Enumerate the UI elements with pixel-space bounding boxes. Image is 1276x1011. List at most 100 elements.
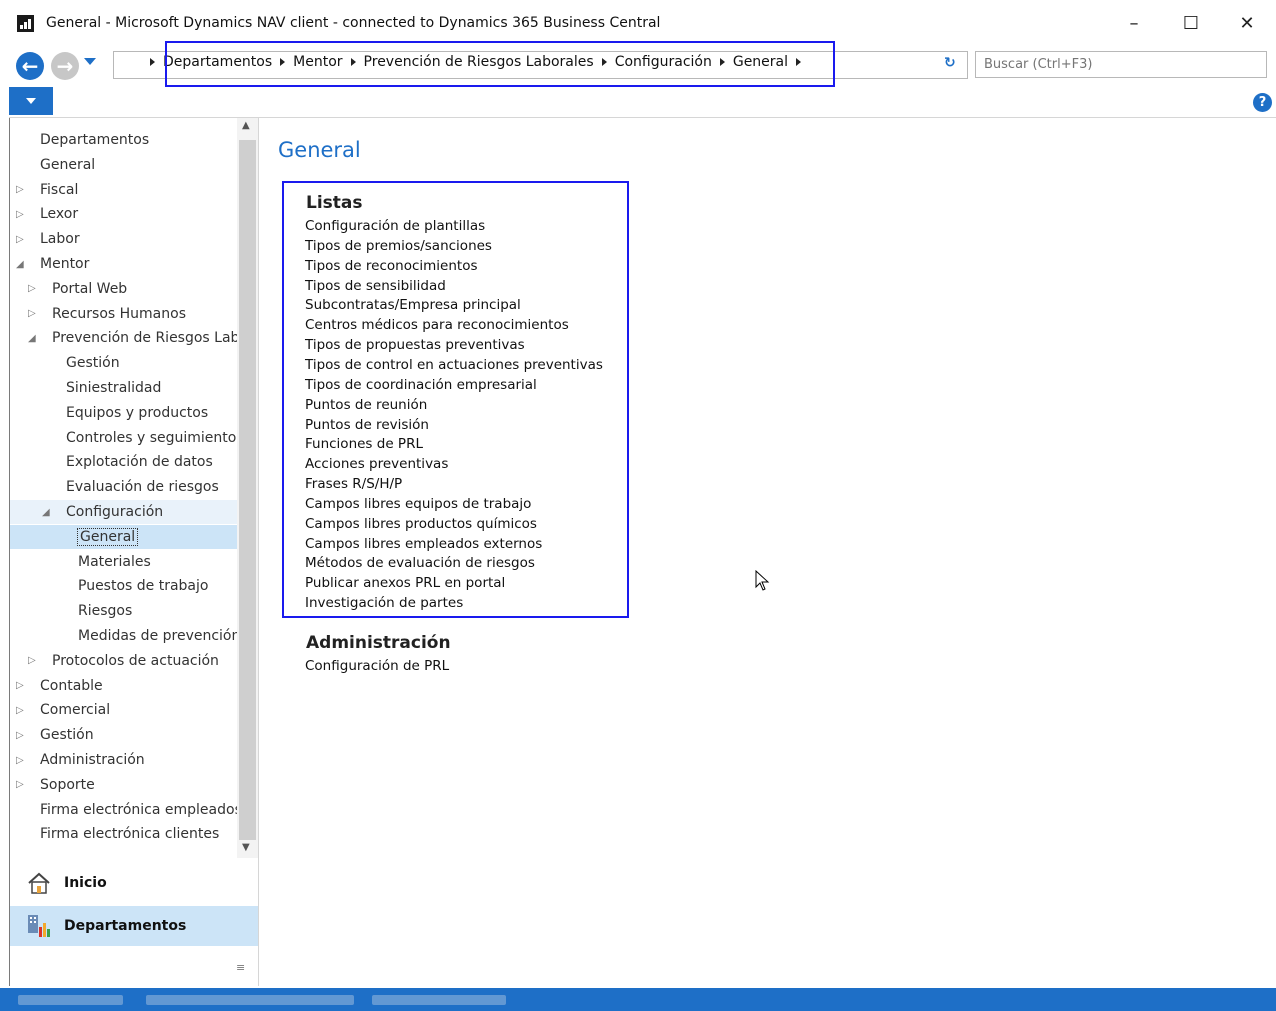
sidebar-item[interactable]: Siniestralidad bbox=[66, 376, 161, 400]
collapse-arrow-icon[interactable]: ◢ bbox=[16, 259, 28, 270]
list-link[interactable]: Funciones de PRL bbox=[305, 436, 423, 452]
forward-arrow-icon[interactable]: → bbox=[51, 52, 79, 80]
sidebar-item-label: Materiales bbox=[78, 553, 151, 570]
list-link[interactable]: Frases R/S/H/P bbox=[305, 476, 402, 492]
sidebar-item[interactable]: Explotación de datos bbox=[66, 450, 213, 474]
expand-arrow-icon[interactable]: ▷ bbox=[16, 705, 28, 716]
sidebar-item[interactable]: ▷ Recursos Humanos bbox=[28, 302, 186, 326]
status-bar bbox=[0, 988, 1276, 1011]
sidebar-item[interactable]: ▷ Portal Web bbox=[28, 277, 127, 301]
list-link[interactable]: Tipos de sensibilidad bbox=[305, 278, 446, 294]
refresh-icon[interactable]: ↻ bbox=[944, 55, 956, 71]
sidebar-item[interactable]: Materiales bbox=[78, 550, 151, 574]
sidebar-item-label: Evaluación de riesgos bbox=[66, 479, 219, 496]
scroll-down-icon[interactable]: ▼ bbox=[242, 842, 250, 853]
scroll-up-icon[interactable]: ▲ bbox=[242, 120, 250, 131]
sidebar-item-label: Configuración bbox=[66, 504, 164, 520]
status-text-blurred bbox=[146, 995, 354, 1005]
list-link[interactable]: Tipos de propuestas preventivas bbox=[305, 337, 525, 353]
expand-arrow-icon[interactable]: ▷ bbox=[16, 234, 28, 245]
sidebar-item-label: Firma electrónica empleados bbox=[40, 801, 237, 818]
breadcrumb-separator-icon[interactable] bbox=[150, 58, 155, 66]
list-link[interactable]: Acciones preventivas bbox=[305, 456, 448, 472]
expand-arrow-icon[interactable]: ▷ bbox=[16, 755, 28, 766]
sidebar-item[interactable]: Firma electrónica clientes bbox=[40, 822, 219, 846]
expand-arrow-icon[interactable]: ▷ bbox=[28, 283, 40, 294]
list-link[interactable]: Tipos de coordinación empresarial bbox=[305, 377, 537, 393]
maximize-button[interactable]: ☐ bbox=[1177, 10, 1205, 36]
sidebar-item[interactable]: ◢ Mentor bbox=[16, 252, 89, 276]
list-link[interactable]: Configuración de plantillas bbox=[305, 218, 485, 234]
list-link[interactable]: Campos libres empleados externos bbox=[305, 536, 542, 552]
list-link[interactable]: Centros médicos para reconocimientos bbox=[305, 317, 569, 333]
sidebar-item[interactable]: Puestos de trabajo bbox=[78, 574, 208, 598]
search-input[interactable] bbox=[975, 51, 1267, 78]
expand-arrow-icon[interactable]: ▷ bbox=[16, 184, 28, 195]
list-link[interactable]: Campos libres equipos de trabajo bbox=[305, 496, 531, 512]
nav-button-departamentos[interactable]: Departamentos bbox=[10, 906, 258, 946]
sidebar-item[interactable]: ▷ Contable bbox=[16, 674, 103, 698]
sidebar-item-label: General bbox=[40, 156, 96, 173]
list-link[interactable]: Campos libres productos químicos bbox=[305, 516, 537, 532]
expand-arrow-icon[interactable]: ▷ bbox=[28, 308, 40, 319]
expand-arrow-icon[interactable]: ▷ bbox=[16, 779, 28, 790]
sidebar-item[interactable]: Riesgos bbox=[78, 599, 132, 623]
close-button[interactable]: ✕ bbox=[1233, 10, 1261, 36]
sidebar-item[interactable]: ▷ Fiscal bbox=[16, 178, 78, 202]
list-link[interactable]: Puntos de reunión bbox=[305, 397, 427, 413]
list-link[interactable]: Tipos de control en actuaciones preventi… bbox=[305, 357, 603, 373]
sidebar-item[interactable]: ◢ Prevención de Riesgos Laborales bbox=[28, 326, 237, 350]
expand-arrow-icon[interactable]: ▷ bbox=[28, 655, 40, 666]
history-dropdown-icon[interactable] bbox=[84, 58, 96, 65]
expand-arrow-icon[interactable]: ▷ bbox=[16, 209, 28, 220]
back-arrow-icon[interactable]: ← bbox=[16, 52, 44, 80]
configure-buttons-icon[interactable]: ≡ bbox=[236, 961, 245, 974]
list-link[interactable]: Subcontratas/Empresa principal bbox=[305, 297, 521, 313]
sidebar-item-label: Controles y seguimientos bbox=[66, 429, 237, 446]
sidebar-item-label: Medidas de prevención bbox=[78, 628, 237, 644]
scrollbar-thumb[interactable] bbox=[239, 140, 256, 840]
sidebar-item[interactable]: ▷ Protocolos de actuación bbox=[28, 649, 219, 673]
sidebar-item-label: Fiscal bbox=[40, 181, 79, 198]
expand-arrow-icon[interactable]: ▷ bbox=[16, 680, 28, 691]
sidebar-item[interactable]: Firma electrónica empleados bbox=[40, 798, 237, 822]
sidebar-item[interactable]: ▷ Labor bbox=[16, 227, 80, 251]
sidebar-item[interactable]: Medidas de prevención bbox=[78, 624, 237, 648]
list-link[interactable]: Investigación de partes bbox=[305, 595, 463, 611]
nav-button-inicio[interactable]: Inicio bbox=[10, 863, 258, 903]
sidebar-item-label: Siniestralidad bbox=[66, 380, 162, 396]
sidebar-item[interactable]: General bbox=[76, 525, 139, 549]
sidebar-item[interactable]: Evaluación de riesgos bbox=[66, 475, 219, 499]
collapse-arrow-icon[interactable]: ◢ bbox=[42, 507, 54, 518]
sidebar-item[interactable]: Controles y seguimientos bbox=[66, 426, 237, 450]
sidebar-item[interactable]: Gestión bbox=[66, 351, 120, 375]
chevron-down-icon bbox=[26, 98, 36, 104]
help-icon[interactable]: ? bbox=[1253, 93, 1272, 112]
sidebar-item[interactable]: Equipos y productos bbox=[66, 401, 208, 425]
nav-button-label: Inicio bbox=[64, 875, 107, 891]
list-link[interactable]: Configuración de PRL bbox=[305, 658, 449, 674]
collapse-arrow-icon[interactable]: ◢ bbox=[28, 333, 40, 344]
sidebar-item-label: Firma electrónica clientes bbox=[40, 826, 220, 843]
list-link[interactable]: Publicar anexos PRL en portal bbox=[305, 575, 505, 591]
list-link[interactable]: Tipos de reconocimientos bbox=[305, 258, 477, 274]
sidebar-item[interactable]: Departamentos bbox=[40, 128, 149, 152]
sidebar-item[interactable]: ▷ Comercial bbox=[16, 698, 110, 722]
sidebar-item-label: Gestión bbox=[66, 355, 120, 372]
minimize-button[interactable]: – bbox=[1120, 10, 1148, 36]
sidebar-item-label: Explotación de datos bbox=[66, 454, 213, 471]
navigation-tree: Departamentos General ▷ Fiscal ▷ Lexor ▷ Labor ◢… bbox=[10, 128, 237, 853]
sidebar-item[interactable]: ◢ Configuración bbox=[42, 500, 163, 524]
list-link[interactable]: Métodos de evaluación de riesgos bbox=[305, 555, 535, 571]
sidebar-item[interactable]: General bbox=[40, 153, 95, 177]
ribbon-toggle-button[interactable] bbox=[9, 87, 53, 115]
sidebar-item-label: Lexor bbox=[40, 206, 79, 223]
list-link[interactable]: Tipos de premios/sanciones bbox=[305, 238, 492, 254]
list-link[interactable]: Puntos de revisión bbox=[305, 417, 429, 433]
sidebar-item[interactable]: ▷ Administración bbox=[16, 748, 145, 772]
sidebar-item[interactable]: ▷ Gestión bbox=[16, 723, 94, 747]
expand-arrow-icon[interactable]: ▷ bbox=[16, 730, 28, 741]
sidebar-item[interactable]: ▷ Lexor bbox=[16, 202, 78, 226]
title-bar: General - Microsoft Dynamics NAV client … bbox=[0, 0, 1276, 46]
sidebar-item[interactable]: ▷ Soporte bbox=[16, 773, 95, 797]
